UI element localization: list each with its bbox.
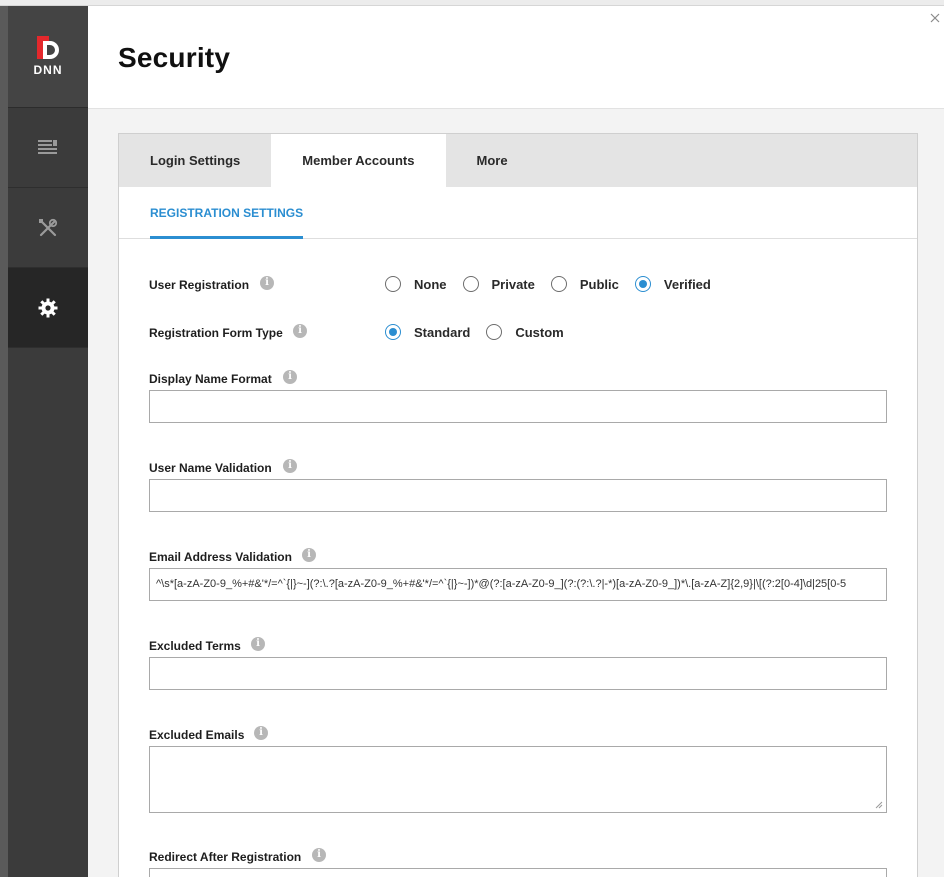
info-icon[interactable]: i xyxy=(254,726,268,740)
email-validation-value: ^\s*[a-zA-Z0-9_%+#&'*/=^`{|}~-](?:\.?[a-… xyxy=(156,578,847,590)
email-address-validation-input[interactable]: ^\s*[a-zA-Z0-9_%+#&'*/=^`{|}~-](?:\.?[a-… xyxy=(149,568,887,601)
email-address-validation-label: Email Address Validation xyxy=(149,550,292,564)
info-icon[interactable]: i xyxy=(251,637,265,651)
radio-label: None xyxy=(414,276,447,292)
sidebar: DNN xyxy=(8,6,88,877)
radio-label: Custom xyxy=(515,324,564,340)
logo-text: DNN xyxy=(33,63,63,77)
radio-public[interactable]: Public xyxy=(550,276,619,292)
tab-login-settings[interactable]: Login Settings xyxy=(119,134,271,187)
info-icon[interactable]: i xyxy=(283,459,297,473)
radio-verified[interactable]: Verified xyxy=(634,276,711,292)
excluded-terms-input[interactable] xyxy=(149,657,887,690)
resize-grip-icon[interactable] xyxy=(875,801,883,809)
content-list-icon xyxy=(38,139,57,154)
window-left-edge xyxy=(0,6,8,877)
radio-button[interactable] xyxy=(550,276,567,292)
page-header: Security xyxy=(88,6,944,109)
radio-standard[interactable]: Standard xyxy=(385,324,470,340)
subtab-registration-settings[interactable]: REGISTRATION SETTINGS xyxy=(150,187,304,239)
close-icon[interactable] xyxy=(928,11,942,25)
user-registration-label: User Registration xyxy=(149,278,250,292)
page-title: Security xyxy=(118,42,231,73)
radio-button-checked[interactable] xyxy=(385,324,401,340)
tab-bar: Login Settings Member Accounts More xyxy=(119,134,917,187)
radio-label: Verified xyxy=(663,276,711,292)
tab-more[interactable]: More xyxy=(446,134,539,187)
info-icon[interactable]: i xyxy=(312,848,326,862)
radio-label: Private xyxy=(491,276,535,292)
dnn-logo-icon xyxy=(37,36,59,59)
excluded-emails-textarea[interactable] xyxy=(149,746,887,813)
info-icon[interactable]: i xyxy=(302,548,316,562)
radio-none[interactable]: None xyxy=(385,276,447,292)
info-icon[interactable]: i xyxy=(293,324,307,338)
sidebar-item-settings[interactable] xyxy=(8,268,88,348)
sidebar-item-content[interactable] xyxy=(8,108,88,188)
info-icon[interactable]: i xyxy=(283,370,297,384)
tab-member-accounts[interactable]: Member Accounts xyxy=(271,134,446,187)
excluded-emails-label: Excluded Emails xyxy=(149,728,245,742)
registration-form-type-label: Registration Form Type xyxy=(149,326,283,340)
radio-button[interactable] xyxy=(486,324,503,340)
user-name-validation-label: User Name Validation xyxy=(149,461,272,475)
radio-label: Public xyxy=(579,276,619,292)
user-registration-radio-group: None Private Public Verified xyxy=(385,276,727,292)
redirect-after-registration-input[interactable] xyxy=(149,868,887,877)
radio-private[interactable]: Private xyxy=(462,276,535,292)
tools-icon xyxy=(39,218,58,236)
subtab-row: REGISTRATION SETTINGS xyxy=(119,187,917,239)
registration-form-type-radio-group: Standard Custom xyxy=(385,324,580,340)
info-icon[interactable]: i xyxy=(260,276,274,290)
radio-label: Standard xyxy=(414,324,471,340)
excluded-terms-label: Excluded Terms xyxy=(149,639,241,653)
dnn-logo[interactable]: DNN xyxy=(8,6,88,108)
display-name-format-input[interactable] xyxy=(149,390,887,423)
radio-button[interactable] xyxy=(462,276,479,292)
radio-button[interactable] xyxy=(385,276,401,292)
radio-custom[interactable]: Custom xyxy=(486,324,564,340)
gear-icon xyxy=(38,298,58,317)
sidebar-item-tools[interactable] xyxy=(8,188,88,268)
display-name-format-label: Display Name Format xyxy=(149,372,272,386)
radio-button-checked[interactable] xyxy=(634,276,651,292)
user-name-validation-input[interactable] xyxy=(149,479,887,512)
redirect-after-registration-label: Redirect After Registration xyxy=(149,850,302,864)
